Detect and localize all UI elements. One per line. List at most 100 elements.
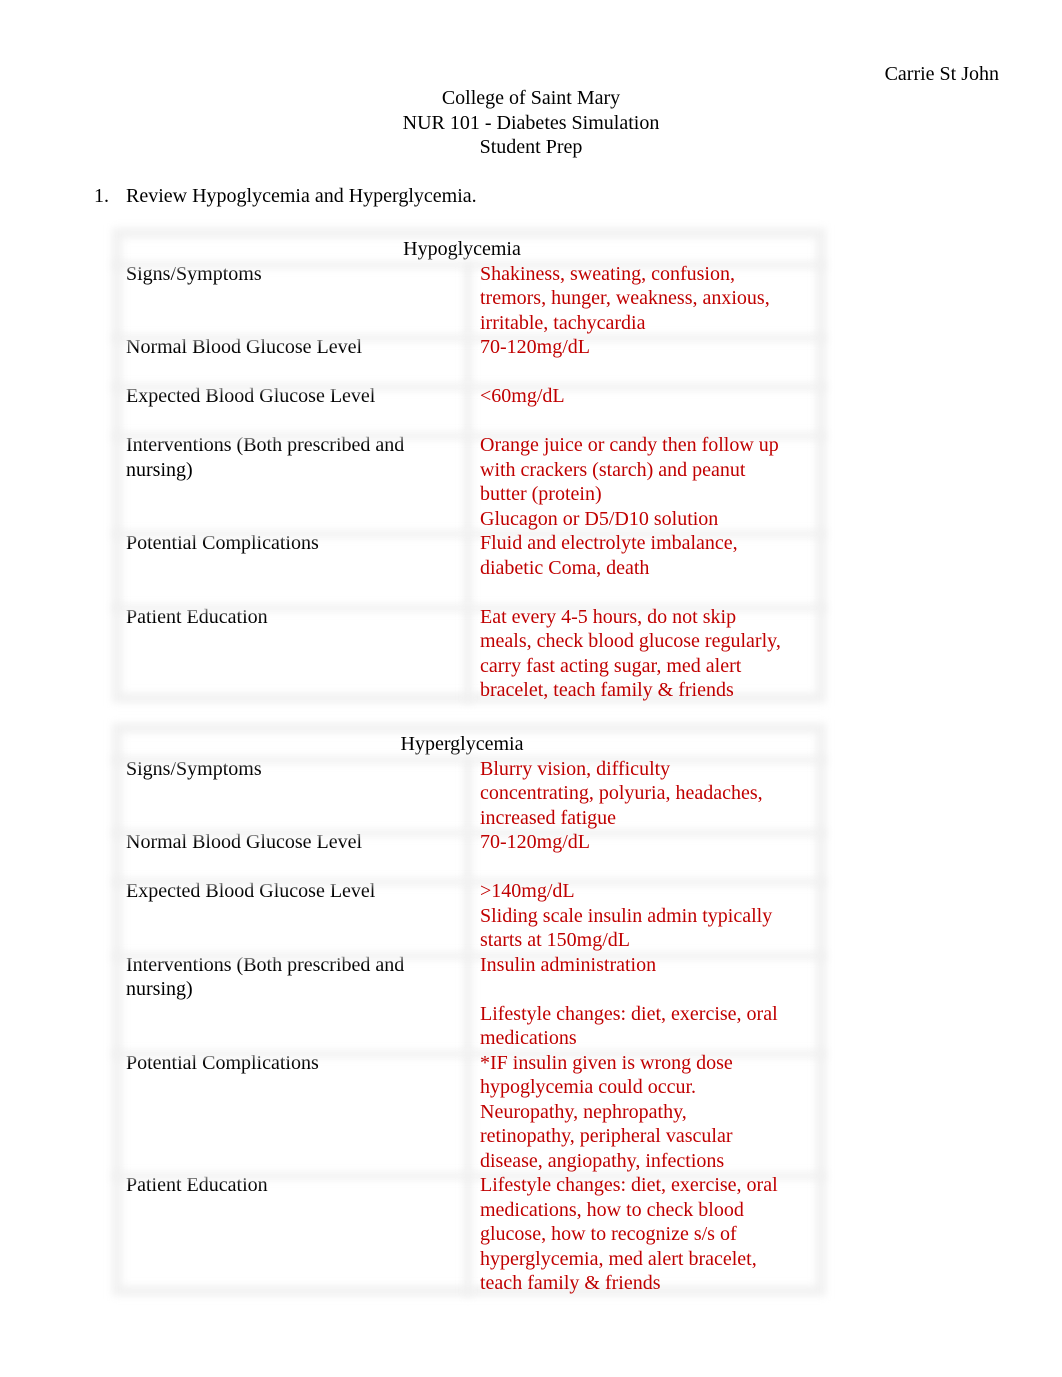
row-answer-line: Lifestyle changes: diet, exercise, oral bbox=[480, 1002, 778, 1025]
row-answer-line: carry fast acting sugar, med alert bbox=[480, 654, 742, 677]
row-label: Normal Blood Glucose Level bbox=[112, 830, 466, 879]
row-answer-line: >140mg/dL bbox=[480, 880, 575, 902]
row-answer-line: disease, angiopathy, infections bbox=[480, 1149, 725, 1172]
row-label: Patient Education bbox=[112, 1173, 466, 1296]
row-answer-line: teach family & friends bbox=[480, 1272, 661, 1294]
row-answer-line: starts at 150mg/dL bbox=[480, 929, 630, 951]
row-answer-line: bracelet, teach family & friends bbox=[480, 679, 734, 701]
row-label-line: Normal Blood Glucose Level bbox=[126, 336, 363, 358]
row-answer-line bbox=[480, 580, 826, 605]
college-name: College of Saint Mary bbox=[441, 87, 621, 109]
row-label-line: Interventions (Both prescribed and bbox=[126, 953, 405, 976]
row-answer-line: hypoglycemia could occur. bbox=[480, 1076, 697, 1098]
row-answer-line bbox=[480, 360, 826, 385]
task-text: Review Hypoglycemia and Hyperglycemia. bbox=[126, 185, 477, 207]
document-header: College of Saint Mary NUR 101 - Diabetes… bbox=[0, 86, 1062, 160]
table-row: Signs/Symptoms Shakiness, sweating, confu… bbox=[112, 262, 826, 336]
row-answer-line: with crackers (starch) and peanut bbox=[480, 458, 746, 481]
table-row: Signs/Symptoms Blurry vision, difficulty c… bbox=[112, 757, 826, 831]
row-answer: <60mg/dL bbox=[466, 384, 826, 433]
table-row: Patient Education Lifestyle changes: diet… bbox=[112, 1173, 826, 1296]
row-answer-line: *IF insulin given is wrong dose bbox=[480, 1051, 733, 1074]
row-label: Patient Education bbox=[112, 605, 466, 703]
row-answer-line bbox=[480, 977, 826, 1002]
table-title: Hyperglycemia bbox=[400, 733, 524, 755]
row-answer-line: glucose, how to recognize s/s of bbox=[480, 1223, 737, 1245]
row-answer: Blurry vision, difficulty concentrating, … bbox=[466, 757, 826, 831]
row-answer: Insulin administration Lifestyle changes:… bbox=[466, 953, 826, 1051]
row-answer-line: butter (protein) bbox=[480, 483, 602, 505]
row-label: Potential Complications bbox=[112, 1051, 466, 1174]
row-answer-line: Insulin administration bbox=[480, 953, 657, 976]
row-answer-line: diabetic Coma, death bbox=[480, 556, 650, 579]
row-label: Interventions (Both prescribed and nursin… bbox=[112, 433, 466, 531]
table-row: Patient Education Eat every 4-5 hours, do… bbox=[112, 605, 826, 703]
row-label-line: Patient Education bbox=[126, 1174, 268, 1196]
row-answer: Orange juice or candy then follow up with… bbox=[466, 433, 826, 531]
table-row: Interventions (Both prescribed and nursin… bbox=[112, 433, 826, 531]
row-label: Expected Blood Glucose Level bbox=[112, 879, 466, 953]
row-label-line: Potential Complications bbox=[126, 1051, 319, 1074]
row-answer: 70-120mg/dL bbox=[466, 830, 826, 879]
hyperglycemia-table: Hyperglycemia Signs/Symptoms Blurry visio… bbox=[112, 723, 826, 1296]
row-answer-line: Shakiness, sweating, confusion, bbox=[480, 262, 735, 285]
row-answer: Lifestyle changes: diet, exercise, oral m… bbox=[466, 1173, 826, 1296]
hypoglycemia-table: Hypoglycemia Signs/Symptoms Shakiness, sw… bbox=[112, 228, 826, 703]
row-label-line: nursing) bbox=[126, 978, 193, 1000]
row-answer-line bbox=[480, 409, 826, 434]
row-answer-line: 70-120mg/dL bbox=[480, 831, 590, 853]
row-answer-line: Orange juice or candy then follow up bbox=[480, 434, 779, 456]
document-subtitle: Student Prep bbox=[479, 136, 583, 158]
row-answer-line: concentrating, polyuria, headaches, bbox=[480, 782, 763, 804]
table-row: Expected Blood Glucose Level <60mg/dL bbox=[112, 384, 826, 433]
row-answer-line: Sliding scale insulin admin typically bbox=[480, 904, 773, 927]
row-answer: >140mg/dL Sliding scale insulin admin typ… bbox=[466, 879, 826, 953]
row-answer-line: Glucagon or D5/D10 solution bbox=[480, 507, 719, 530]
row-label: Interventions (Both prescribed and nursin… bbox=[112, 953, 466, 1051]
row-answer-line: retinopathy, peripheral vascular bbox=[480, 1125, 733, 1147]
row-label-line: Interventions (Both prescribed and bbox=[126, 434, 405, 456]
row-answer-line: tremors, hunger, weakness, anxious, bbox=[480, 287, 770, 309]
row-answer-line: 70-120mg/dL bbox=[480, 336, 590, 358]
row-answer: *IF insulin given is wrong dose hypoglyce… bbox=[466, 1051, 826, 1174]
row-answer-line: Fluid and electrolyte imbalance, bbox=[480, 532, 738, 554]
row-answer: Shakiness, sweating, confusion, tremors, … bbox=[466, 262, 826, 336]
task-item: 1. Review Hypoglycemia and Hyperglycemia. bbox=[94, 184, 477, 209]
row-answer-line: Lifestyle changes: diet, exercise, oral bbox=[480, 1174, 778, 1196]
row-answer: 70-120mg/dL bbox=[466, 335, 826, 384]
row-label-line: Signs/Symptoms bbox=[126, 262, 262, 285]
row-answer-line: irritable, tachycardia bbox=[480, 311, 646, 334]
row-label-line: Signs/Symptoms bbox=[126, 757, 262, 780]
row-answer-line: hyperglycemia, med alert bracelet, bbox=[480, 1247, 757, 1270]
table-row: Expected Blood Glucose Level >140mg/dL Sli… bbox=[112, 879, 826, 953]
course-title: NUR 101 - Diabetes Simulation bbox=[402, 111, 660, 134]
row-answer-line bbox=[480, 855, 826, 880]
row-answer-line: Blurry vision, difficulty bbox=[480, 757, 671, 780]
row-answer-line: <60mg/dL bbox=[480, 385, 565, 407]
table-row: Interventions (Both prescribed and nursin… bbox=[112, 953, 826, 1051]
table-row: Normal Blood Glucose Level 70-120mg/dL bbox=[112, 830, 826, 879]
row-answer-line: meals, check blood glucose regularly, bbox=[480, 630, 781, 652]
row-answer-line: increased fatigue bbox=[480, 806, 617, 829]
row-answer-line: Eat every 4-5 hours, do not skip bbox=[480, 605, 737, 628]
row-label: Normal Blood Glucose Level bbox=[112, 335, 466, 384]
table-row: Normal Blood Glucose Level 70-120mg/dL bbox=[112, 335, 826, 384]
task-number: 1. bbox=[94, 185, 109, 207]
table-row: Potential Complications Fluid and electro… bbox=[112, 531, 826, 605]
row-label: Expected Blood Glucose Level bbox=[112, 384, 466, 433]
row-label-line: Expected Blood Glucose Level bbox=[126, 385, 376, 407]
row-label: Potential Complications bbox=[112, 531, 466, 605]
row-label: Signs/Symptoms bbox=[112, 757, 466, 831]
row-label-line: Patient Education bbox=[126, 605, 268, 628]
row-label-line: Normal Blood Glucose Level bbox=[126, 831, 363, 853]
table-row: Potential Complications *IF insulin given… bbox=[112, 1051, 826, 1174]
row-label: Signs/Symptoms bbox=[112, 262, 466, 336]
row-answer: Fluid and electrolyte imbalance, diabetic… bbox=[466, 531, 826, 605]
author-name: Carrie St John bbox=[884, 63, 999, 85]
row-answer-line: medications bbox=[480, 1027, 577, 1049]
row-answer-line: medications, how to check blood bbox=[480, 1198, 744, 1221]
row-label-line: nursing) bbox=[126, 458, 193, 481]
row-label-line: Potential Complications bbox=[126, 532, 319, 554]
table-title: Hypoglycemia bbox=[403, 238, 521, 260]
row-answer-line: Neuropathy, nephropathy, bbox=[480, 1100, 687, 1123]
